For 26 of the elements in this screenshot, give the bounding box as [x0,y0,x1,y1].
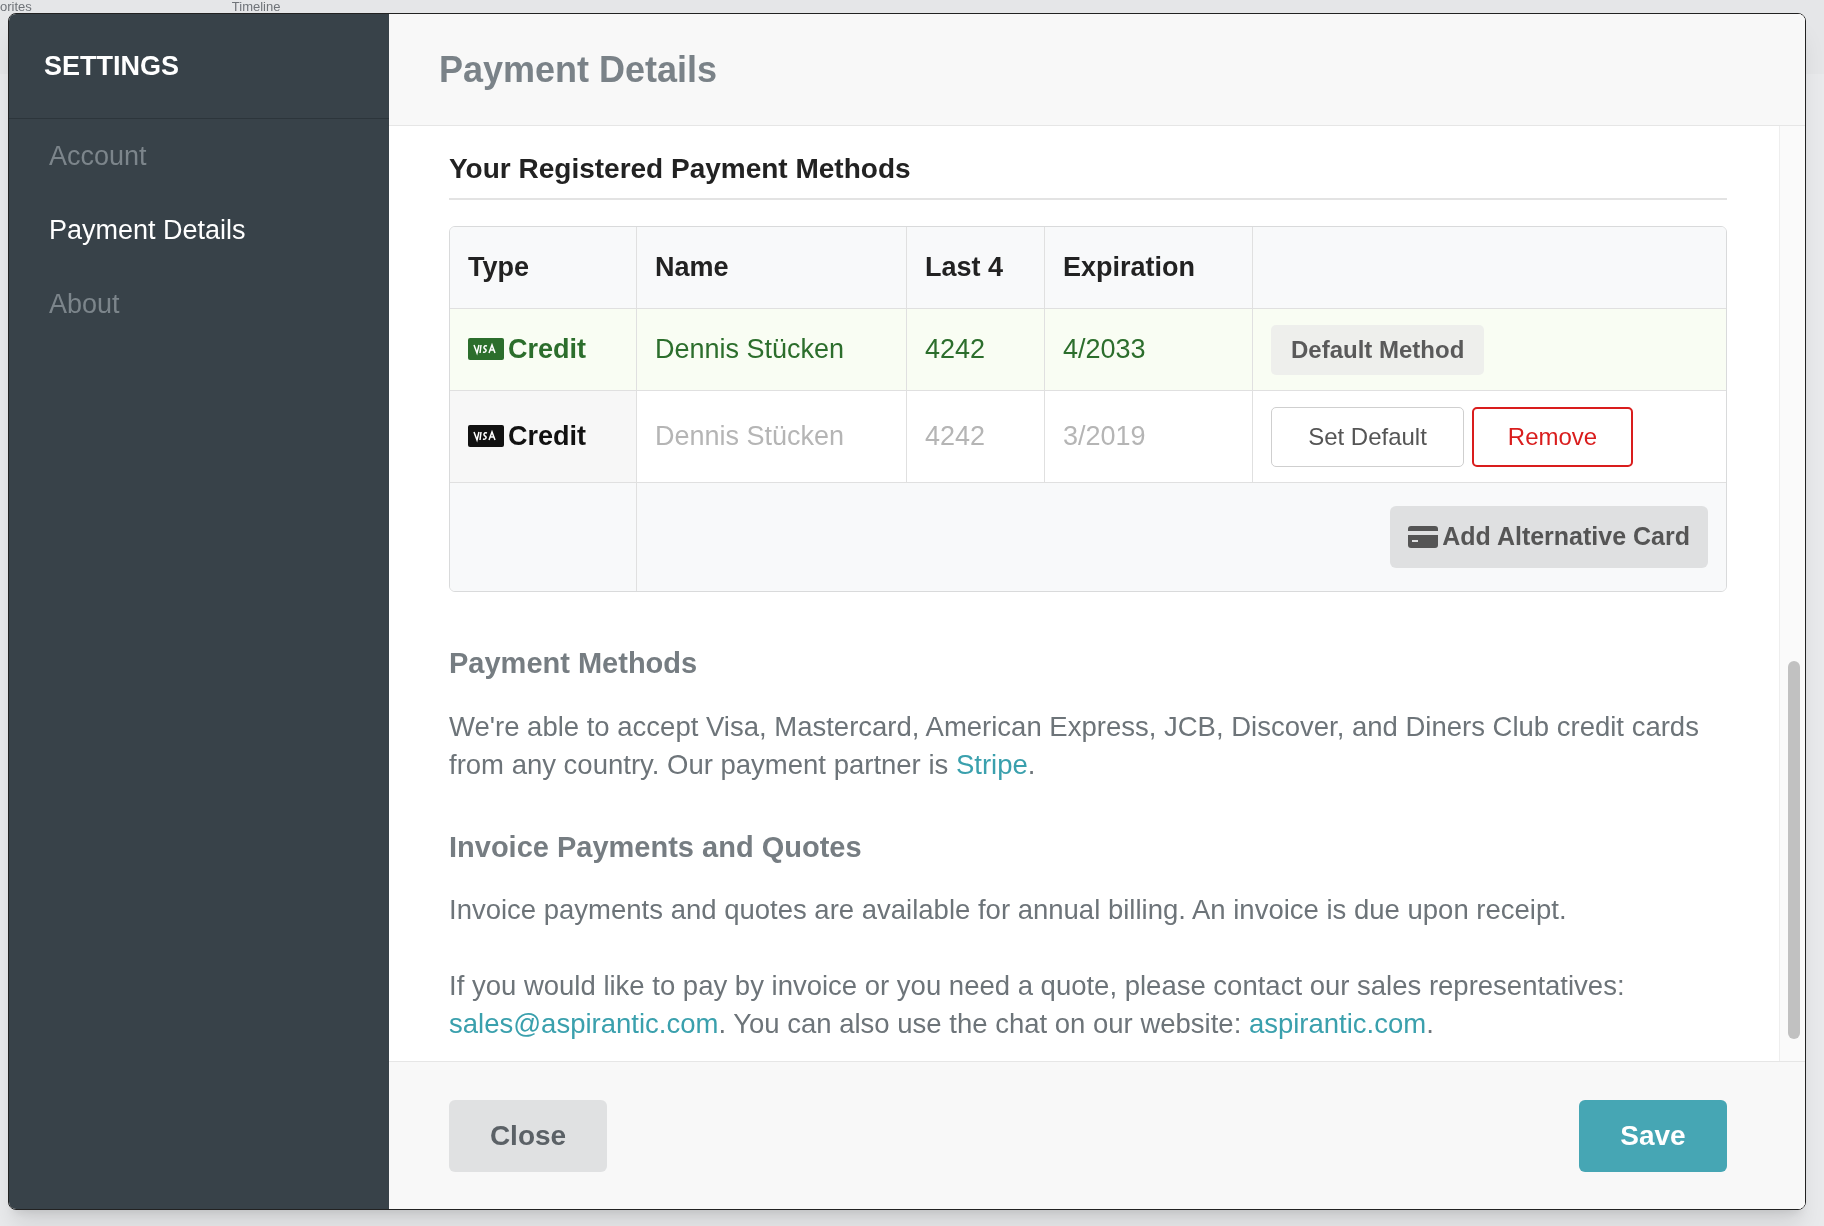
remove-button[interactable]: Remove [1472,406,1633,467]
dialog-title: Payment Details [439,47,718,92]
paragraph: We're able to accept Visa, Mastercard, American Express, JCB, Discover, and Diners Club credit cards from any country. Our payment partner is Stripe. [449,709,1700,782]
add-card-button[interactable]: Add Alternative Card [1390,506,1708,568]
save-button[interactable]: Save [1579,1099,1727,1172]
credit-card-icon [1408,526,1439,548]
card-icon [468,338,504,361]
section-heading: Payment Methods [449,646,699,681]
card-icon [468,425,504,448]
sidebar-item[interactable]: About [9,267,389,341]
paragraph: Invoice payments and quotes are available for annual billing. An invoice is due upon receipt. [449,893,1568,927]
default-badge: Default Method [1271,324,1485,375]
section-heading: Invoice Payments and Quotes [449,829,863,865]
link[interactable]: aspirantic.com [1248,1008,1427,1039]
background-tab-label: Timeline [231,0,281,13]
link[interactable]: Stripe [955,748,1028,780]
card-type: Credit [508,334,586,365]
paragraph: If you would like to pay by invoice or you need a quote, please contact our sales representatives: sales@aspirantic.com. You can also use the chat on our website: aspirantic.com. [449,969,1626,1041]
set-default-button[interactable]: Set Default [1271,406,1464,467]
sidebar-item[interactable]: Account [9,119,389,193]
background-tab-label: orites [0,0,32,13]
section-title: Your Registered Payment Methods [449,148,1727,200]
card-type: Credit [508,421,586,452]
close-button[interactable]: Close [449,1099,607,1172]
scrollbar-thumb[interactable] [1788,661,1800,1039]
link[interactable]: sales@aspirantic.com [449,1008,719,1039]
